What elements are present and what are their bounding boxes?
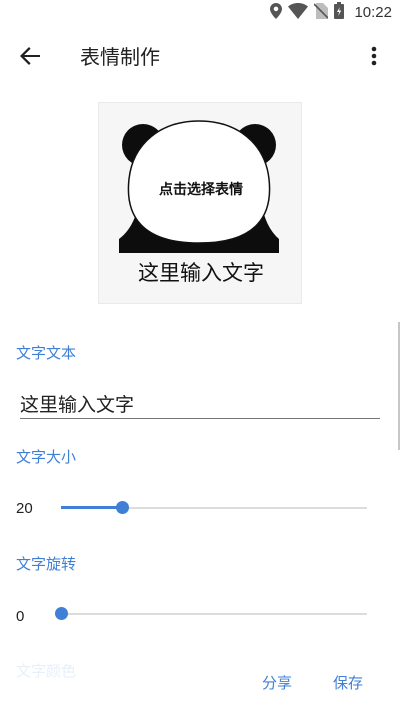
arrow-back-icon [20,47,40,65]
text-input-value[interactable]: 这里输入文字 [20,390,134,417]
status-time: 10:22 [354,4,392,21]
save-button[interactable]: 保存 [333,672,363,693]
battery-icon [334,2,345,23]
choose-meme-text[interactable]: 点击选择表情 [99,179,303,199]
text-section-label: 文字文本 [16,344,77,362]
meme-preview[interactable]: 点击选择表情 这里输入文字 [98,102,302,304]
share-button[interactable]: 分享 [262,672,292,693]
color-section-label: 文字颜色 [16,662,77,680]
status-bar: 10:22 [0,0,400,24]
rotate-slider[interactable] [55,604,367,624]
meme-caption: 这里输入文字 [138,261,264,285]
more-vert-icon [371,46,377,66]
rotate-slider-track [61,613,367,615]
size-slider-fill [61,506,122,509]
no-sim-icon [313,2,330,23]
wifi-icon [288,2,309,23]
app-bar: 表情制作 [0,24,400,88]
size-value: 20 [16,500,33,517]
location-icon [270,2,283,23]
rotate-section-label: 文字旋转 [16,555,77,573]
rotate-value: 0 [16,608,25,625]
rotate-slider-thumb[interactable] [55,607,68,620]
size-section-label: 文字大小 [16,448,77,466]
text-input[interactable]: 这里输入文字 [20,386,380,419]
page-title: 表情制作 [80,45,160,69]
status-icons: 10:22 [270,2,392,23]
size-slider-thumb[interactable] [116,501,129,514]
back-button[interactable] [16,42,44,70]
size-slider[interactable] [61,498,367,518]
more-options-button[interactable] [360,40,388,72]
